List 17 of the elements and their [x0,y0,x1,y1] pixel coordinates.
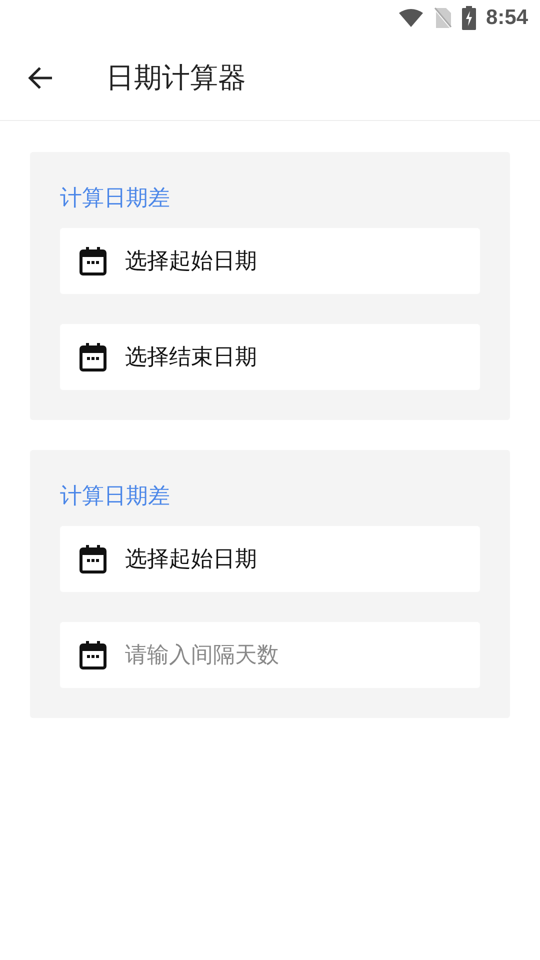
screen-title: 日期计算器 [106,60,246,96]
days-input-field[interactable]: 请输入间隔天数 [60,622,480,688]
battery-charging-icon [462,6,476,30]
calendar-icon [79,640,107,670]
calendar-icon [79,342,107,372]
calendar-icon [79,544,107,574]
wifi-icon [398,8,424,28]
card-title: 计算日期差 [60,185,170,213]
calendar-icon [79,246,107,276]
date-picker-field[interactable]: 选择起始日期 [60,228,480,294]
no-sim-icon [434,7,452,29]
clock-time: 8:54 [486,6,528,30]
text-input[interactable]: 请输入间隔天数 [125,642,480,668]
date-picker-field[interactable]: 选择起始日期 [60,526,480,592]
back-arrow-icon [28,66,54,90]
date-picker-field[interactable]: 选择结束日期 [60,324,480,390]
card-title: 计算日期差 [60,483,170,511]
